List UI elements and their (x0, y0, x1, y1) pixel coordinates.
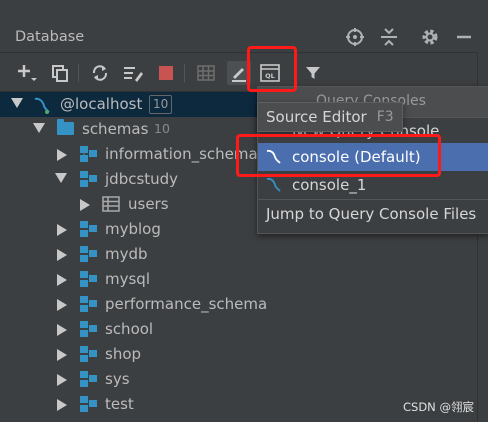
collapse-arrow-icon[interactable] (57, 349, 67, 361)
panel-header: Database (0, 0, 488, 53)
table-icon[interactable] (195, 62, 217, 84)
collapse-arrow-icon[interactable] (57, 224, 67, 236)
highlight-box-toolbar (247, 46, 297, 92)
tree-row-schema[interactable]: shop (0, 342, 478, 367)
collapse-arrow-icon[interactable] (57, 249, 67, 261)
schema-icon (80, 146, 98, 162)
collapse-arrow-icon[interactable] (57, 374, 67, 386)
expand-arrow-icon[interactable] (33, 123, 45, 133)
tree-label: shop (105, 345, 142, 363)
watermark: CSDN @翎宸 (403, 400, 474, 414)
schema-icon (80, 371, 98, 387)
tree-label-schemas: schemas (82, 120, 149, 138)
tree-row-schema[interactable]: sys (0, 367, 478, 392)
popup-item-label: Jump to Query Console Files (266, 205, 477, 223)
tooltip-text: Source Editor (266, 108, 367, 126)
tooltip: Source Editor F3 (257, 102, 403, 132)
schemas-count: 10 (154, 121, 170, 136)
tooltip-shortcut: F3 (376, 109, 394, 125)
schema-settings-icon[interactable] (122, 62, 144, 84)
table-icon (102, 196, 120, 212)
copy-icon[interactable] (49, 62, 71, 84)
collapse-arrow-icon[interactable] (57, 399, 67, 411)
tree-label: mysql (105, 270, 150, 288)
mysql-dolphin-icon (33, 96, 51, 114)
tree-label: jdbcstudy (105, 170, 179, 188)
collapse-arrow-icon[interactable] (57, 149, 67, 161)
collapse-arrow-icon[interactable] (57, 274, 67, 286)
highlight-box-console (236, 134, 441, 177)
popup-item-label: console_1 (292, 176, 367, 194)
tree-label: myblog (105, 220, 161, 238)
add-icon[interactable] (16, 62, 38, 84)
schema-icon (80, 396, 98, 412)
toolbar-separator (184, 64, 185, 82)
schema-icon (80, 296, 98, 312)
collapse-all-icon[interactable] (380, 28, 398, 50)
stop-icon[interactable] (155, 62, 177, 84)
refresh-icon[interactable] (89, 62, 111, 84)
schema-icon (80, 346, 98, 362)
schema-icon (80, 246, 98, 262)
folder-icon (57, 119, 74, 135)
crosshair-icon[interactable] (346, 28, 364, 50)
console-icon (266, 177, 284, 197)
expand-arrow-icon[interactable] (55, 173, 67, 183)
panel-title: Database (15, 29, 85, 45)
tree-label: test (105, 395, 134, 413)
tree-row-schema[interactable]: performance_schema (0, 292, 478, 317)
schema-icon (80, 221, 98, 237)
collapse-arrow-icon[interactable] (80, 199, 90, 211)
tree-label: school (105, 320, 154, 338)
gear-icon[interactable] (421, 28, 439, 50)
schema-icon (80, 321, 98, 337)
tree-label-localhost: @localhost (60, 95, 143, 113)
schema-icon (80, 171, 98, 187)
tree-row-schema[interactable]: mysql (0, 267, 478, 292)
collapse-arrow-icon[interactable] (57, 299, 67, 311)
tree-label: mydb (105, 245, 148, 263)
tree-row-schema[interactable]: mydb (0, 242, 478, 267)
collapse-arrow-icon[interactable] (57, 324, 67, 336)
tree-label: performance_schema (105, 295, 268, 313)
minimize-icon[interactable] (455, 28, 473, 50)
tree-label: sys (105, 370, 130, 388)
tree-label: users (128, 195, 169, 213)
tree-row-schema[interactable]: school (0, 317, 478, 342)
expand-arrow-icon[interactable] (11, 98, 23, 108)
schema-icon (80, 271, 98, 287)
toolbar-separator (78, 64, 79, 82)
filter-icon[interactable] (302, 62, 324, 84)
popup-item-jump-to-files[interactable]: Jump to Query Console Files (258, 200, 488, 228)
count-badge: 10 (149, 95, 173, 114)
tree-label: information_schema (105, 145, 258, 163)
